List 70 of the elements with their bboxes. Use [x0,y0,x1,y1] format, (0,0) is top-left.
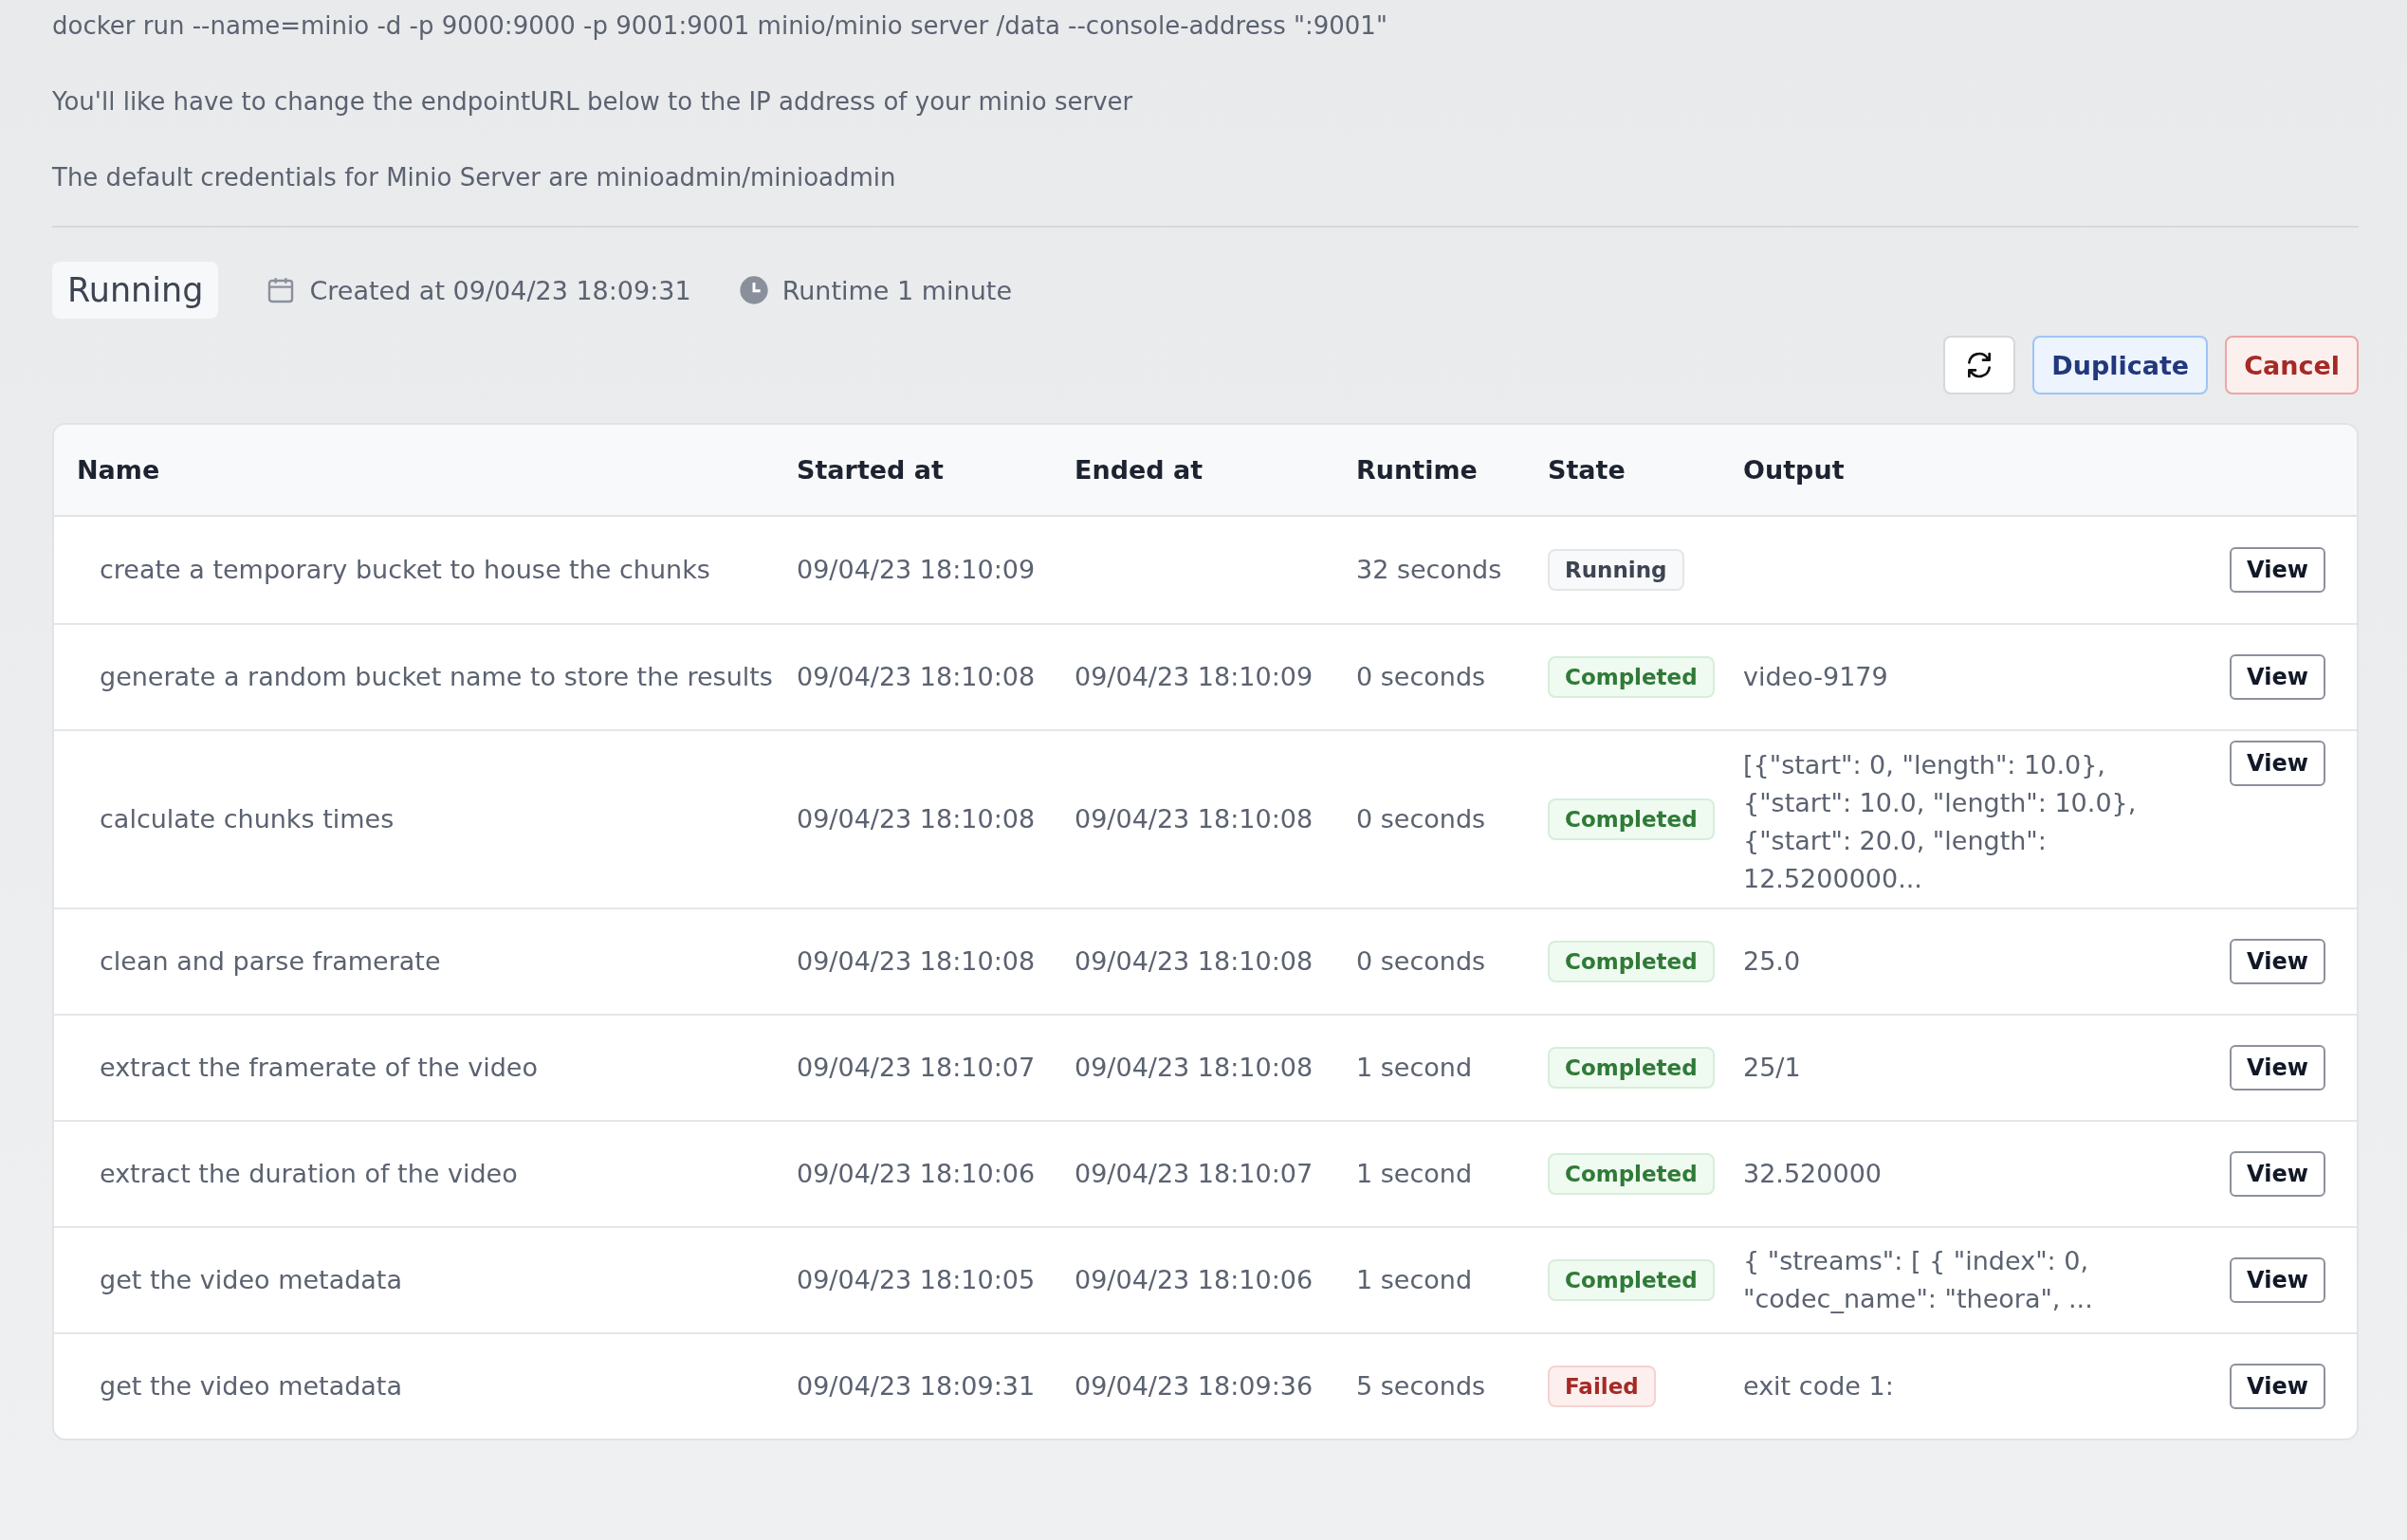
ended-at-cell-text: 09/04/23 18:10:08 [1075,945,1314,978]
runtime-cell-text: 32 seconds [1356,554,1503,586]
ended-at-cell-text: 09/04/23 18:10:09 [1075,661,1314,693]
status-badge: Running [52,262,219,319]
column-header: Output [1743,455,1846,485]
runtime-cell-text: 0 seconds [1356,945,1487,978]
step-name-cell-text: clean and parse framerate [99,945,442,978]
ended-at-cell-text: 09/04/23 18:10:07 [1075,1158,1314,1190]
step-name-cell-text: extract the duration of the video [99,1158,519,1190]
state-badge: Completed [1548,1047,1715,1089]
started-at-cell-text: 09/04/23 18:10:08 [797,803,1037,835]
started-at-cell-text: 09/04/23 18:10:05 [797,1264,1037,1296]
ended-at-cell-text: 09/04/23 18:10:08 [1075,803,1314,835]
column-header: State [1548,455,1626,485]
runtime-cell-text: 1 second [1356,1264,1474,1296]
instruction-text: You'll like have to change the endpointURL below to the IP address of your minio server [52,86,1134,118]
output-cell-text: 25/1 [1743,1052,1802,1084]
view-button[interactable]: View [2230,1151,2325,1197]
view-button[interactable]: View [2230,654,2325,700]
runtime-cell-text: 0 seconds [1356,803,1487,835]
column-header: Name [76,455,161,485]
runtime-cell-text: 5 seconds [1356,1370,1487,1402]
step-name-cell-text: create a temporary bucket to house the chunks [99,554,711,586]
runtime-cell-text: 1 second [1356,1052,1474,1084]
step-name-cell-text: generate a random bucket name to store the results [99,661,774,693]
runtime-cell-text: 0 seconds [1356,661,1487,693]
state-badge: Running [1548,549,1684,591]
instruction-text: The default credentials for Minio Server are minioadmin/minioadmin [52,162,897,193]
step-name-cell-text: calculate chunks times [99,803,395,835]
refresh-button[interactable] [1943,336,2016,394]
created-at-text: Created at 09/04/23 18:09:31 [309,275,691,305]
runtime-text: Runtime 1 minute [781,275,1013,305]
started-at-cell-text: 09/04/23 18:10:08 [797,945,1037,978]
output-cell-text: [{"start": 0, "length": 10.0}, {"start": 10.0, "length": 10.0}, {"start": 20.0, "length": 12.5200000... [1743,749,2138,895]
output-cell-text: video-9179 [1743,661,1889,693]
instruction-text: docker run --name=minio -d -p 9000:9000 -p 9001:9001 minio/minio server /data --console-address ":9001" [52,10,1388,42]
ended-at-cell-text: 09/04/23 18:09:36 [1075,1370,1314,1402]
started-at-cell-text: 09/04/23 18:10:07 [797,1052,1037,1084]
clock-icon [738,275,769,305]
started-at-cell-text: 09/04/23 18:09:31 [797,1370,1037,1402]
started-at-cell-text: 09/04/23 18:10:09 [797,554,1037,586]
output-cell-text: exit code 1: [1743,1370,1895,1402]
output-cell-text: 32.520000 [1743,1158,1883,1190]
view-button[interactable]: View [2230,1257,2325,1303]
state-badge: Completed [1548,1259,1715,1301]
state-badge: Failed [1548,1366,1656,1407]
view-button[interactable]: View [2230,1364,2325,1409]
state-badge: Completed [1548,656,1715,698]
output-cell-text: 25.0 [1743,945,1802,978]
ended-at-cell-text: 09/04/23 18:10:06 [1075,1264,1314,1296]
column-header: Ended at [1075,455,1204,485]
state-badge: Completed [1548,1153,1715,1195]
runtime-cell-text: 1 second [1356,1158,1474,1190]
view-button[interactable]: View [2230,741,2325,786]
cancel-button[interactable]: Cancel [2225,336,2359,394]
ended-at-cell-text: 09/04/23 18:10:08 [1075,1052,1314,1084]
view-button[interactable]: View [2230,939,2325,984]
state-badge: Completed [1548,941,1715,982]
step-name-cell-text: get the video metadata [99,1264,403,1296]
step-name-cell-text: get the video metadata [99,1370,403,1402]
column-header: Started at [797,455,945,485]
view-button[interactable]: View [2230,547,2325,593]
state-badge: Completed [1548,798,1715,840]
output-cell-text: { "streams": [ { "index": 0, "codec_name": "theora", ... [1743,1245,2094,1315]
started-at-cell-text: 09/04/23 18:10:06 [797,1158,1037,1190]
duplicate-button[interactable]: Duplicate [2032,336,2209,394]
step-name-cell-text: extract the framerate of the video [99,1052,539,1084]
view-button[interactable]: View [2230,1045,2325,1091]
column-header: Runtime [1356,455,1479,485]
started-at-cell-text: 09/04/23 18:10:08 [797,661,1037,693]
